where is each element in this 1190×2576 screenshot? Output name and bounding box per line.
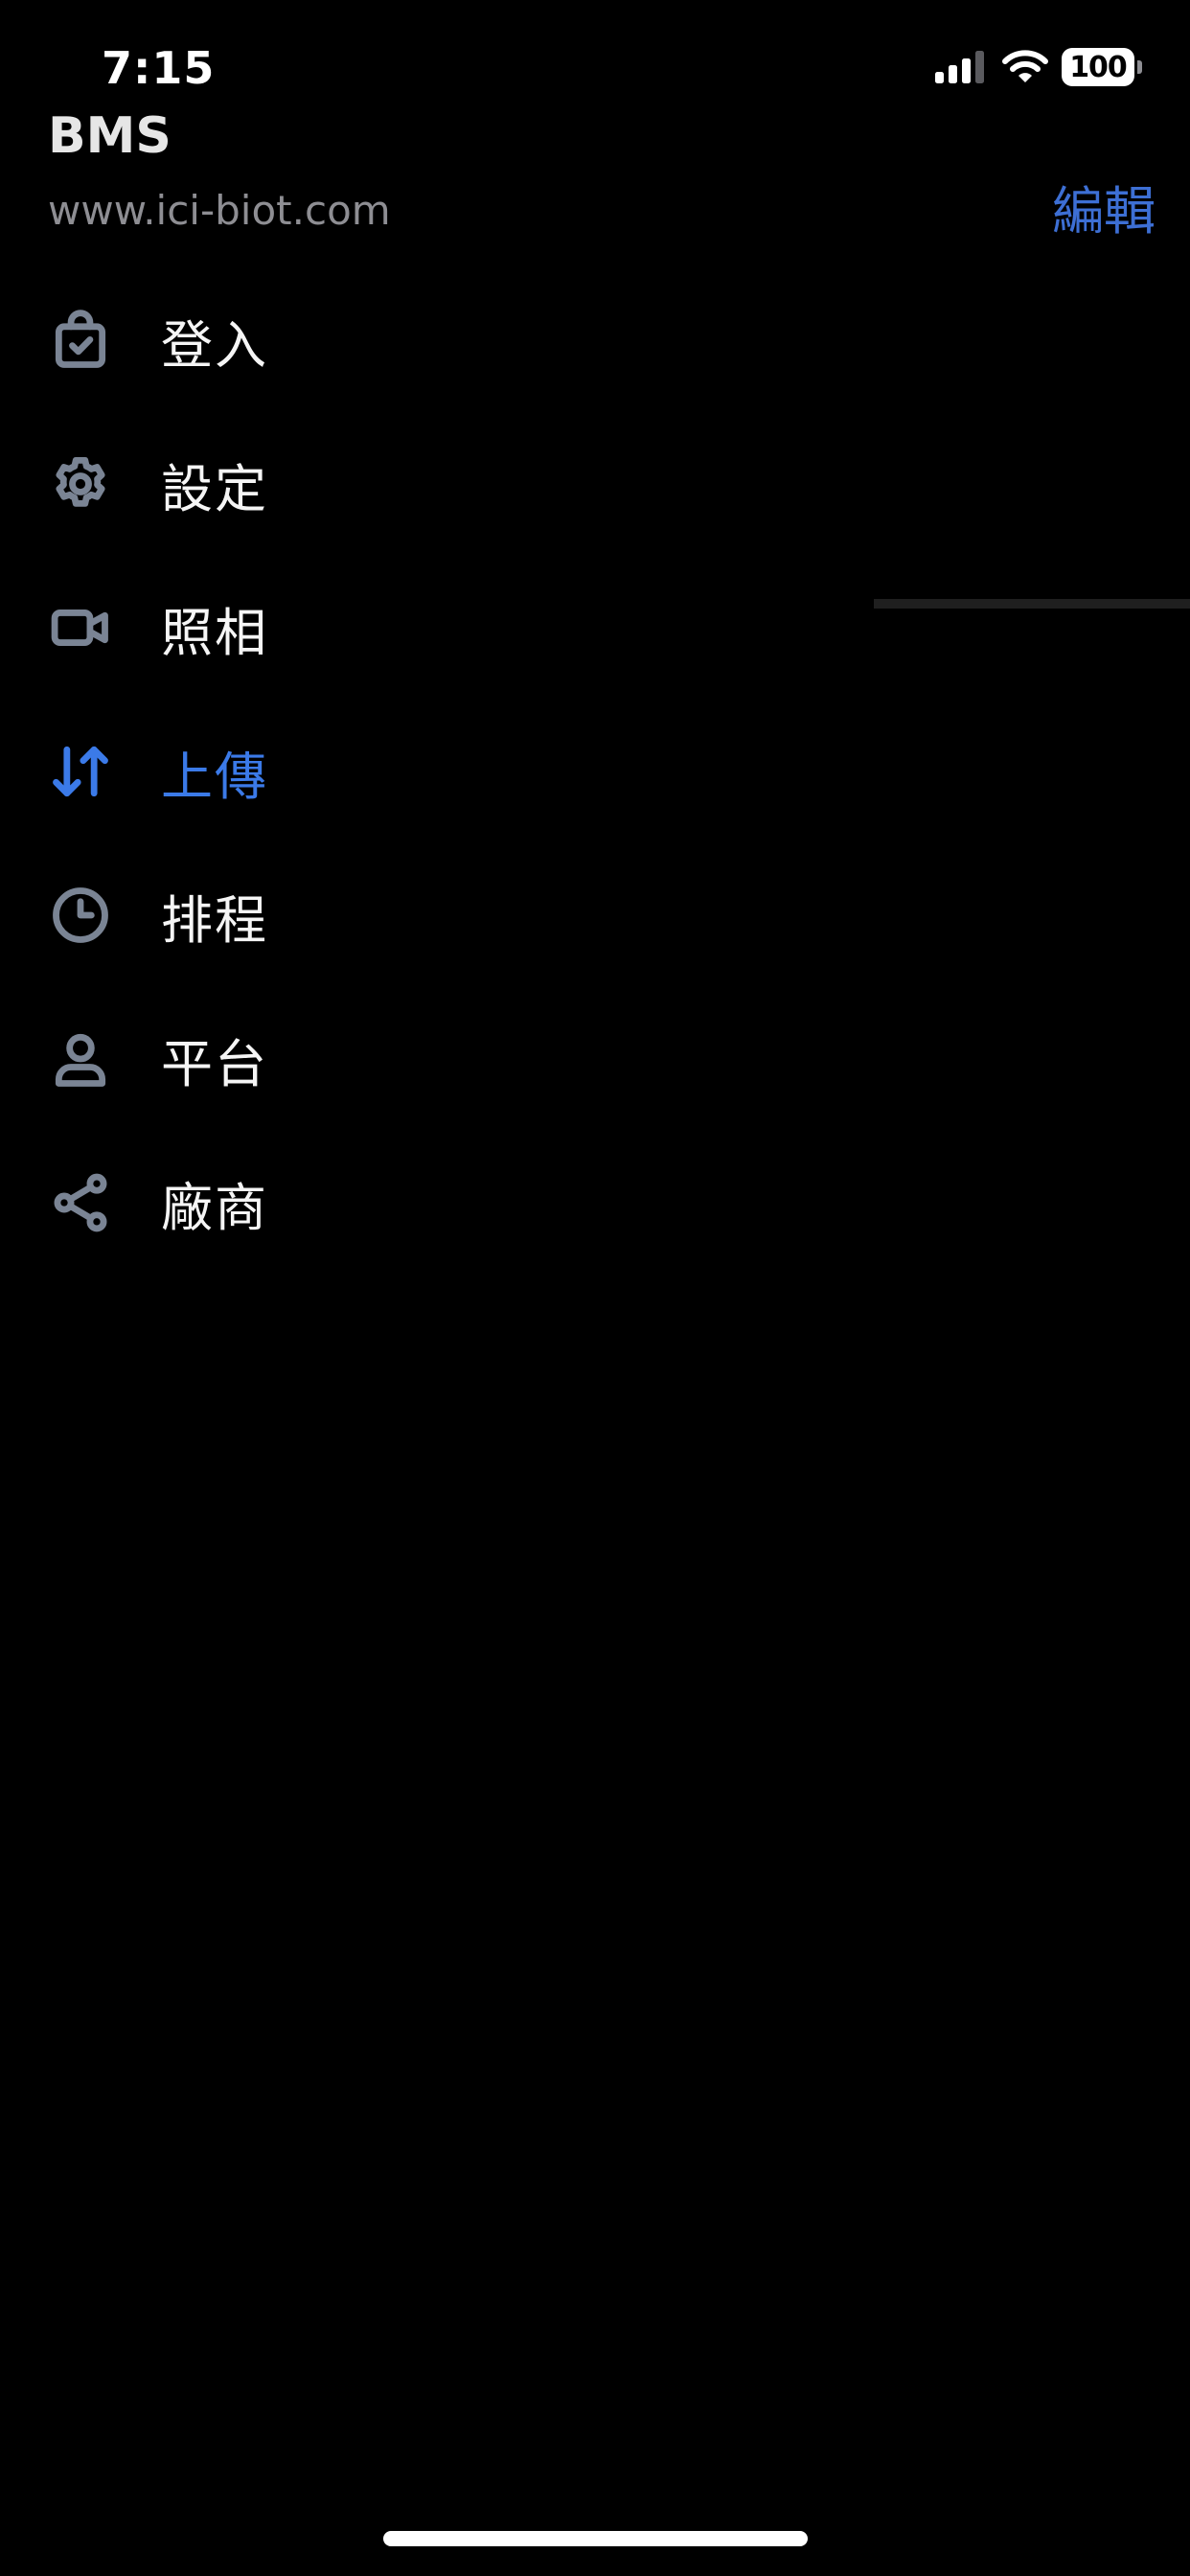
menu-item-camera[interactable]: 照相: [0, 556, 728, 700]
drawer-menu: 登入 設定 照相 上傳 排程 平台 廠商: [0, 268, 728, 1275]
edit-button[interactable]: 編輯: [1052, 169, 1156, 244]
drawer-title: BMS: [48, 107, 172, 165]
wifi-icon: [1002, 50, 1048, 82]
menu-item-schedule[interactable]: 排程: [0, 843, 728, 987]
battery-icon: 100: [1062, 48, 1142, 86]
menu-item-platform[interactable]: 平台: [0, 987, 728, 1131]
battery-level: 100: [1062, 48, 1134, 86]
menu-item-label: 平台: [161, 1033, 268, 1094]
battery-cap: [1137, 60, 1142, 74]
menu-item-vendor[interactable]: 廠商: [0, 1131, 728, 1275]
menu-item-label: 排程: [161, 889, 268, 951]
gear-icon: [48, 451, 113, 517]
clock-icon: [48, 883, 113, 948]
status-indicators: 100: [935, 48, 1142, 86]
status-time: 7:15: [102, 42, 216, 94]
menu-item-settings[interactable]: 設定: [0, 412, 728, 556]
drawer-subtitle: www.ici-biot.com: [48, 187, 391, 234]
menu-item-label: 上傳: [161, 746, 268, 807]
transfer-arrows-icon: [48, 739, 113, 804]
login-bag-icon: [48, 308, 113, 373]
menu-item-login[interactable]: 登入: [0, 268, 728, 412]
share-icon: [48, 1170, 113, 1235]
user-icon: [48, 1026, 113, 1092]
status-bar: 7:15 100: [0, 0, 1190, 144]
video-camera-icon: [48, 595, 113, 660]
menu-item-label: 設定: [161, 458, 268, 519]
menu-item-label: 照相: [161, 602, 268, 663]
home-indicator[interactable]: [383, 2531, 808, 2546]
menu-item-label: 廠商: [161, 1177, 268, 1238]
background-divider: [874, 599, 1190, 609]
menu-item-upload[interactable]: 上傳: [0, 700, 728, 843]
signal-icon: [935, 51, 984, 83]
menu-item-label: 登入: [161, 314, 268, 376]
